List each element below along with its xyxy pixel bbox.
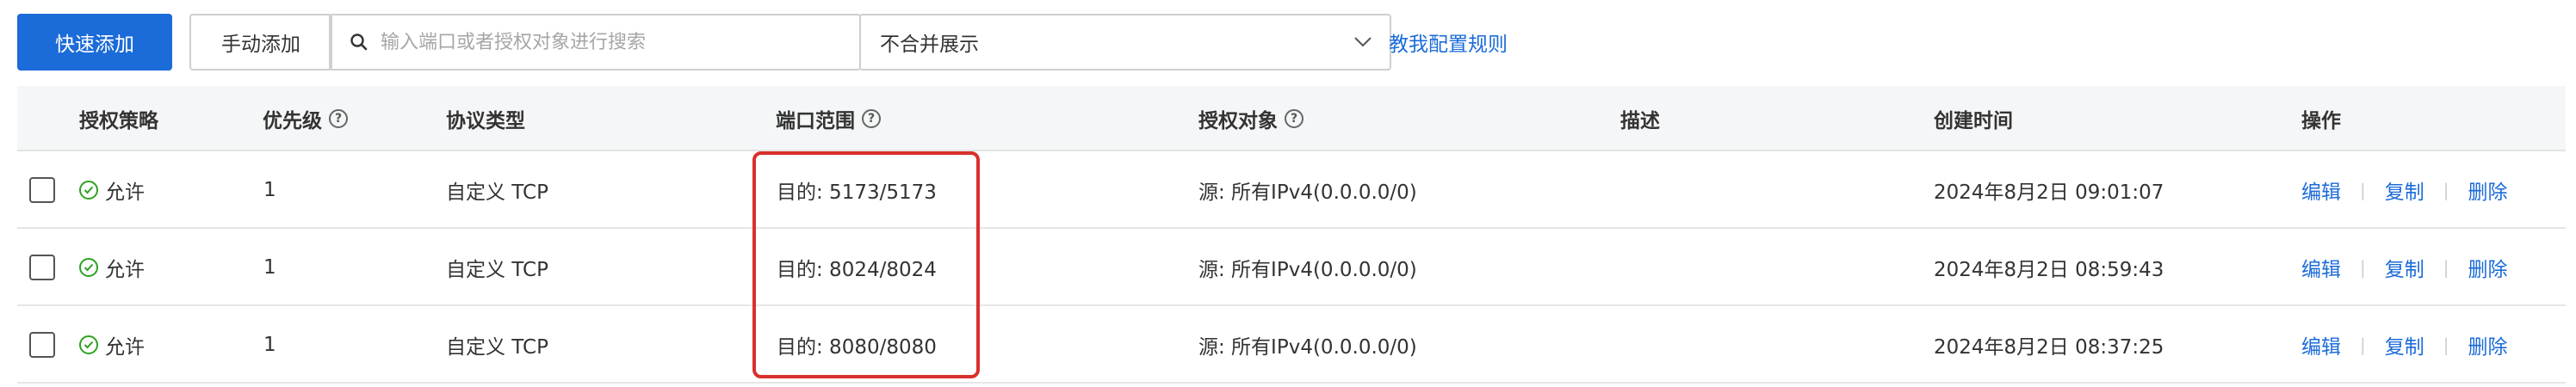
actions-cell: 编辑 | 复制 | 删除	[2301, 229, 2508, 306]
check-circle-icon	[79, 258, 98, 277]
action-separator: |	[2360, 180, 2366, 200]
auth-object-cell: 源: 所有IPv4(0.0.0.0/0)	[1198, 336, 1417, 359]
help-config-link[interactable]: 教我配置规则	[1389, 14, 1508, 71]
search-icon	[350, 34, 368, 51]
copy-link[interactable]: 复制	[2385, 330, 2424, 359]
policy-cell: 允许	[79, 229, 145, 306]
display-mode-value: 不合并展示	[880, 34, 979, 56]
port-range-cell: 目的: 5173/5173	[777, 181, 937, 204]
row-checkbox[interactable]	[29, 177, 55, 203]
created-time-cell: 2024年8月2日 08:37:25	[1934, 336, 2164, 359]
auth-object-cell: 源: 所有IPv4(0.0.0.0/0)	[1198, 259, 1417, 281]
column-header-created: 创建时间	[1934, 110, 2013, 132]
edit-link[interactable]: 编辑	[2301, 175, 2341, 205]
row-checkbox[interactable]	[29, 255, 55, 280]
action-separator: |	[2443, 335, 2449, 355]
delete-link[interactable]: 删除	[2468, 175, 2508, 205]
actions-cell: 编辑 | 复制 | 删除	[2301, 151, 2508, 229]
row-select-cell	[29, 306, 55, 384]
column-header-priority: 优先级?	[263, 86, 348, 151]
check-circle-icon	[79, 335, 98, 354]
row-checkbox[interactable]	[29, 332, 55, 358]
column-header-policy: 授权策略	[79, 110, 158, 132]
action-separator: |	[2360, 335, 2366, 355]
created-time-cell: 2024年8月2日 09:01:07	[1934, 181, 2164, 204]
question-circle-icon[interactable]: ?	[862, 109, 881, 128]
row-select-cell	[29, 151, 55, 229]
priority-cell: 1	[263, 334, 276, 356]
column-header-auth-object: 授权对象?	[1198, 86, 1303, 151]
table-body: 允许 1 自定义 TCP 目的: 5173/5173 源: 所有IPv4(0.0…	[17, 151, 2566, 384]
protocol-cell: 自定义 TCP	[446, 336, 548, 359]
priority-cell: 1	[263, 256, 276, 279]
column-header-actions: 操作	[2301, 110, 2341, 132]
action-separator: |	[2443, 180, 2449, 200]
copy-link[interactable]: 复制	[2385, 253, 2424, 282]
chevron-down-icon	[1354, 37, 1372, 47]
auth-object-cell: 源: 所有IPv4(0.0.0.0/0)	[1198, 181, 1417, 204]
display-mode-select[interactable]: 不合并展示	[859, 14, 1391, 71]
search-box[interactable]	[329, 14, 861, 71]
edit-link[interactable]: 编辑	[2301, 253, 2341, 282]
action-separator: |	[2360, 257, 2366, 278]
table-row: 允许 1 自定义 TCP 目的: 5173/5173 源: 所有IPv4(0.0…	[17, 151, 2566, 229]
action-separator: |	[2443, 257, 2449, 278]
edit-link[interactable]: 编辑	[2301, 330, 2341, 359]
copy-link[interactable]: 复制	[2385, 175, 2424, 205]
question-circle-icon[interactable]: ?	[1285, 109, 1303, 128]
manual-add-button[interactable]: 手动添加	[189, 14, 332, 71]
table-row: 允许 1 自定义 TCP 目的: 8080/8080 源: 所有IPv4(0.0…	[17, 306, 2566, 384]
search-input[interactable]	[381, 31, 845, 53]
quick-add-button[interactable]: 快速添加	[17, 14, 172, 71]
priority-cell: 1	[263, 179, 276, 201]
column-header-protocol: 协议类型	[446, 110, 525, 132]
policy-value: 允许	[105, 259, 145, 281]
question-circle-icon[interactable]: ?	[329, 109, 348, 128]
delete-link[interactable]: 删除	[2468, 330, 2508, 359]
port-range-cell: 目的: 8080/8080	[777, 336, 937, 359]
security-rules-table: 授权策略 优先级? 协议类型 端口范围? 授权对象? 描述 创建时间 操作 允许…	[17, 86, 2566, 384]
table-header: 授权策略 优先级? 协议类型 端口范围? 授权对象? 描述 创建时间 操作	[17, 86, 2566, 151]
toolbar: 快速添加 手动添加 不合并展示 教我配置规则	[17, 14, 2566, 71]
row-select-cell	[29, 229, 55, 306]
column-header-port-range: 端口范围?	[776, 86, 881, 151]
column-header-description: 描述	[1620, 110, 1660, 132]
created-time-cell: 2024年8月2日 08:59:43	[1934, 259, 2164, 281]
actions-cell: 编辑 | 复制 | 删除	[2301, 306, 2508, 384]
policy-value: 允许	[105, 181, 145, 204]
delete-link[interactable]: 删除	[2468, 253, 2508, 282]
protocol-cell: 自定义 TCP	[446, 259, 548, 281]
check-circle-icon	[79, 181, 98, 200]
protocol-cell: 自定义 TCP	[446, 181, 548, 204]
table-row: 允许 1 自定义 TCP 目的: 8024/8024 源: 所有IPv4(0.0…	[17, 229, 2566, 306]
policy-cell: 允许	[79, 151, 145, 229]
policy-value: 允许	[105, 336, 145, 359]
policy-cell: 允许	[79, 306, 145, 384]
port-range-cell: 目的: 8024/8024	[777, 259, 937, 281]
